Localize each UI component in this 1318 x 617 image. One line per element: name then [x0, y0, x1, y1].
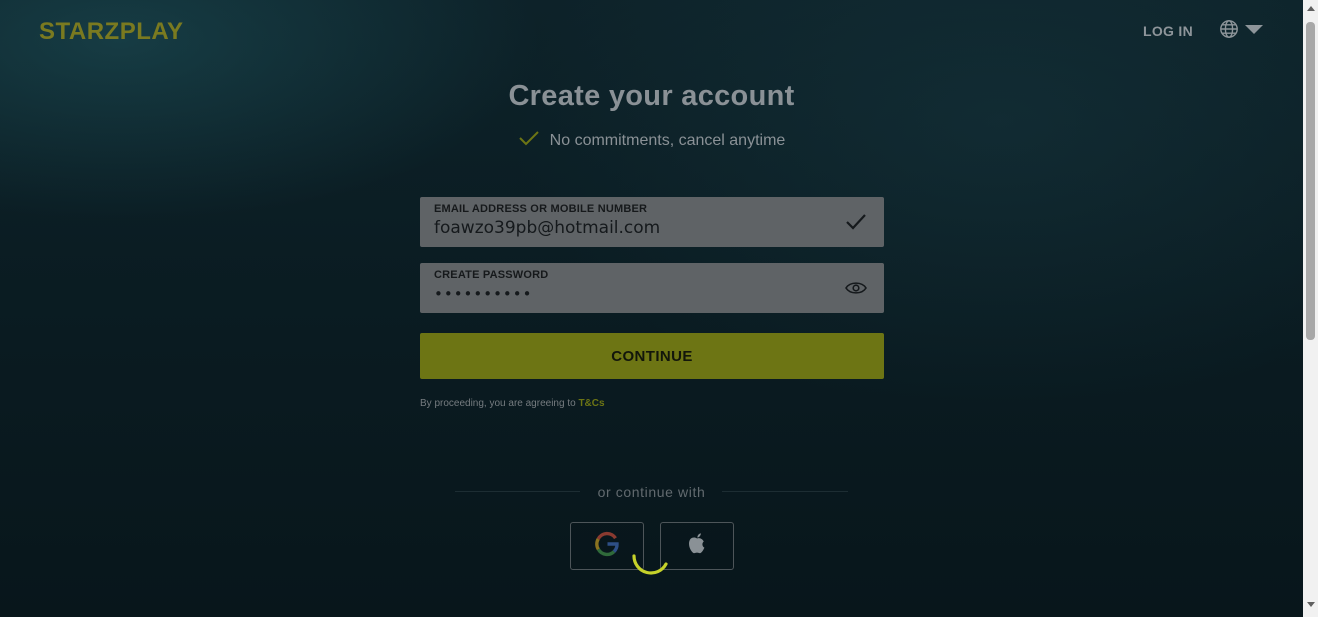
scroll-up-icon[interactable] — [1307, 6, 1315, 11]
continue-button[interactable]: CONTINUE — [420, 333, 884, 379]
email-field[interactable]: EMAIL ADDRESS OR MOBILE NUMBER foawzo39p… — [420, 197, 884, 247]
terms-text: By proceeding, you are agreeing to — [420, 398, 576, 409]
loading-spinner — [632, 554, 668, 575]
checkmark-icon — [844, 211, 868, 233]
starzplay-logo[interactable]: STARZPLAY — [39, 18, 184, 46]
divider-text: or continue with — [597, 484, 706, 500]
login-link[interactable]: LOG IN — [1143, 23, 1193, 39]
eye-icon[interactable] — [844, 277, 868, 299]
scroll-down-icon[interactable] — [1307, 602, 1315, 607]
caret-down-icon — [1245, 22, 1263, 40]
password-field-label: CREATE PASSWORD — [434, 269, 549, 281]
language-selector[interactable] — [1219, 19, 1265, 44]
page-title: Create your account — [508, 80, 795, 112]
email-field-label: EMAIL ADDRESS OR MOBILE NUMBER — [434, 203, 648, 215]
divider-line-right — [722, 491, 848, 492]
password-input[interactable]: •••••••••• — [434, 285, 532, 303]
apple-signin-button[interactable] — [660, 522, 734, 570]
apple-icon — [685, 531, 709, 562]
scrollbar-thumb[interactable] — [1306, 22, 1315, 340]
vertical-scrollbar[interactable] — [1303, 0, 1318, 617]
social-divider: or continue with — [455, 484, 848, 500]
globe-icon — [1219, 19, 1239, 44]
page-viewport: STARZPLAY LOG IN Create your account No … — [0, 0, 1303, 617]
email-input[interactable]: foawzo39pb@hotmail.com — [434, 218, 660, 238]
subtitle-text: No commitments, cancel anytime — [549, 131, 786, 149]
password-field[interactable]: CREATE PASSWORD •••••••••• — [420, 263, 884, 313]
subtitle: No commitments, cancel anytime — [0, 130, 1303, 151]
terms-notice: By proceeding, you are agreeing to T&Cs — [420, 398, 605, 409]
google-icon — [594, 531, 620, 562]
checkmark-icon — [518, 130, 540, 151]
terms-link[interactable]: T&Cs — [578, 398, 604, 409]
